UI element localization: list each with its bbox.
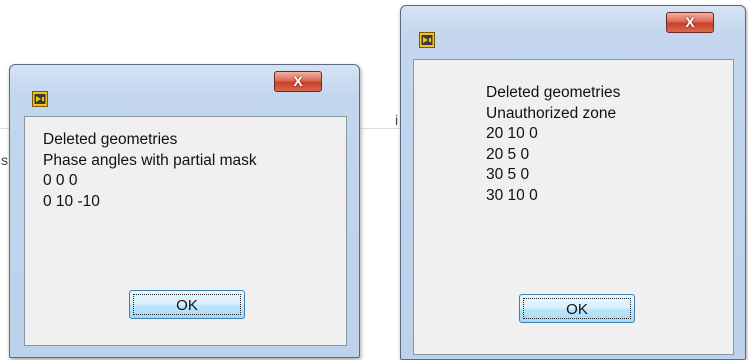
background-text-fragment-right: i (395, 112, 399, 128)
message-dialog-phase-angles: X Deleted geometries Phase angles with p… (9, 64, 360, 358)
ok-button[interactable]: OK (129, 290, 245, 319)
message-line: Unauthorized zone (486, 104, 617, 122)
message-line: Deleted geometries (43, 131, 178, 148)
message-dialog-unauthorized-zone: X Deleted geometries Unauthorized zone 2… (400, 5, 746, 360)
close-button[interactable]: X (666, 12, 714, 33)
message-line: Phase angles with partial mask (43, 151, 257, 169)
dialog-titlebar[interactable]: X (401, 6, 745, 48)
message-line: 20 5 0 (486, 145, 530, 163)
background-text-fragment-left: s (1, 152, 8, 168)
message-line: Deleted geometries (486, 84, 621, 101)
dialog-client-area: Deleted geometries Unauthorized zone 20 … (413, 59, 734, 355)
ok-button-label: OK (133, 294, 241, 315)
message-line: 0 0 0 (43, 172, 78, 189)
dialog-message-text: Deleted geometries Unauthorized zone 20 … (486, 83, 620, 206)
message-line: 0 10 -10 (43, 192, 100, 210)
dialog-message-text: Deleted geometries Phase angles with par… (43, 130, 257, 212)
message-line: 30 5 0 (486, 166, 530, 183)
labview-vi-icon (419, 32, 435, 48)
dialog-client-area: Deleted geometries Phase angles with par… (24, 116, 347, 346)
message-line: 30 10 0 (486, 186, 538, 204)
close-button[interactable]: X (274, 71, 322, 92)
ok-button-label: OK (523, 298, 631, 319)
dialog-titlebar[interactable]: X (10, 65, 359, 107)
background-divider-right (361, 128, 400, 129)
message-line: 20 10 0 (486, 125, 538, 142)
ok-button[interactable]: OK (519, 294, 635, 323)
labview-vi-icon (32, 91, 48, 107)
